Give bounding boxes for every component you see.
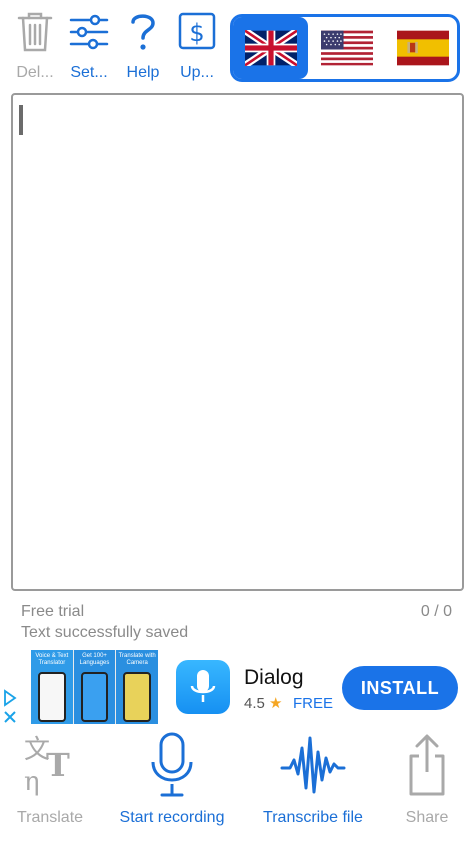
phone-mock [80, 672, 109, 722]
help-button[interactable]: Help [116, 10, 170, 85]
start-recording-label: Start recording [119, 809, 225, 826]
us-flag-icon [320, 30, 373, 66]
ad-app-rating: 4.5 [244, 695, 265, 712]
translate-button[interactable]: 文 T η Translate [4, 730, 96, 830]
transcribe-file-label: Transcribe file [263, 809, 363, 826]
settings-label: Set... [70, 64, 108, 81]
top-toolbar: Del... Set... Help $ Up... [0, 0, 474, 90]
question-mark-icon [131, 14, 155, 50]
install-button[interactable]: INSTALL [342, 666, 458, 710]
microphone-app-icon [176, 660, 230, 714]
microphone-icon [151, 732, 193, 797]
uk-flag-icon [244, 30, 297, 66]
ad-screenshot: Voice & Text Translator Get 100+ Languag… [31, 650, 159, 724]
text-caret [19, 105, 23, 135]
spain-flag-icon [396, 30, 449, 66]
share-button[interactable]: Share [392, 730, 462, 830]
translate-label: Translate [16, 809, 84, 826]
translate-icon: 文 T η [24, 735, 70, 796]
svg-text:$: $ [189, 19, 204, 47]
svg-text:η: η [24, 767, 40, 796]
ad-screen: Translate with Camera [116, 650, 159, 724]
start-recording-button[interactable]: Start recording [108, 730, 236, 830]
ad-app-name: Dialog [244, 666, 304, 689]
language-spanish[interactable] [385, 17, 457, 79]
save-status: Text successfully saved [21, 624, 189, 641]
language-selector [230, 14, 460, 82]
language-uk[interactable] [233, 17, 308, 79]
ad-choices-icon[interactable] [2, 688, 18, 724]
transcribe-file-button[interactable]: Transcribe file [252, 730, 374, 830]
delete-button[interactable]: Del... [8, 10, 62, 85]
dollar-icon: $ [178, 12, 216, 50]
text-editor[interactable] [11, 93, 464, 591]
delete-label: Del... [16, 64, 54, 81]
ad-banner[interactable]: Voice & Text Translator Get 100+ Languag… [0, 650, 474, 728]
upgrade-label: Up... [180, 64, 214, 81]
ad-screen: Voice & Text Translator [31, 650, 73, 724]
star-icon: ★ [269, 695, 283, 712]
waveform-icon [280, 736, 346, 794]
language-us[interactable] [309, 17, 384, 79]
ad-app-price: FREE [293, 695, 334, 712]
upgrade-button[interactable]: $ Up... [170, 10, 224, 85]
bottom-tab-bar: 文 T η Translate Start recording Transcri… [0, 730, 474, 843]
trash-icon [17, 12, 53, 52]
plan-status: Free trial [21, 603, 85, 620]
character-counter: 0 / 0 [420, 603, 452, 620]
svg-text:T: T [46, 746, 70, 784]
sliders-icon [69, 14, 109, 50]
ad-screen: Get 100+ Languages [73, 650, 116, 724]
help-label: Help [126, 64, 160, 81]
share-label: Share [405, 809, 449, 826]
share-icon [409, 734, 445, 796]
phone-mock [38, 672, 66, 722]
phone-mock [123, 672, 152, 722]
settings-button[interactable]: Set... [62, 10, 116, 85]
